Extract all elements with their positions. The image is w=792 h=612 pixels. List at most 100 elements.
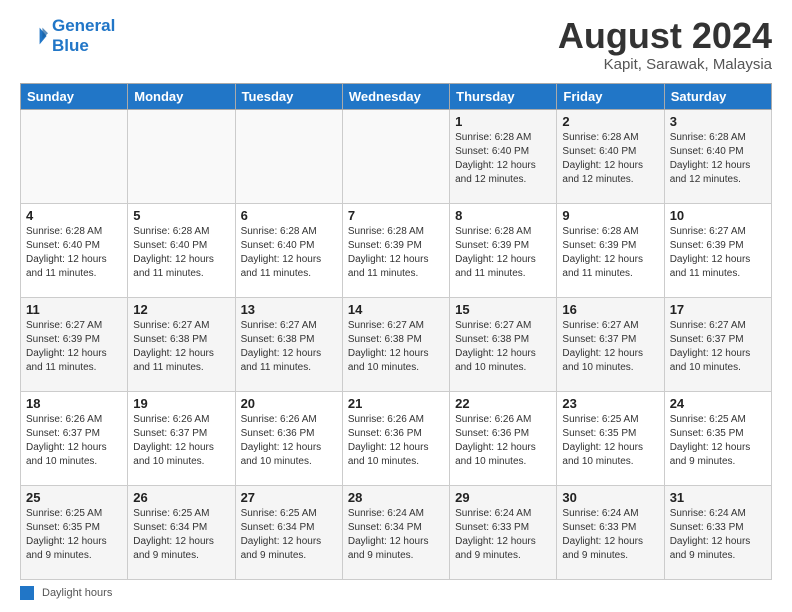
- table-row: [21, 109, 128, 203]
- table-row: 13 Sunrise: 6:27 AM Sunset: 6:38 PM Dayli…: [235, 297, 342, 391]
- table-row: 17 Sunrise: 6:27 AM Sunset: 6:37 PM Dayli…: [664, 297, 771, 391]
- day-number: 1: [455, 114, 551, 129]
- table-row: 19Sunrise: 6:26 AM Sunset: 6:37 PM Dayli…: [128, 391, 235, 485]
- day-info: Sunrise: 6:25 AM Sunset: 6:35 PM Dayligh…: [670, 413, 766, 469]
- table-row: 9 Sunrise: 6:28 AM Sunset: 6:39 PM Daylig…: [557, 203, 664, 297]
- footer: Daylight hours: [20, 586, 772, 600]
- col-tuesday: Tuesday: [235, 83, 342, 109]
- table-row: 7Sunrise: 6:28 AM Sunset: 6:39 PM Daylig…: [342, 203, 449, 297]
- day-number: 6: [241, 208, 337, 223]
- day-info: Sunrise: 6:27 AM Sunset: 6:39 PM Dayligh…: [670, 225, 766, 281]
- month-year: August 2024: [558, 16, 772, 56]
- day-number: 25: [26, 490, 122, 505]
- day-number: 8: [455, 208, 551, 223]
- col-wednesday: Wednesday: [342, 83, 449, 109]
- day-number: 22: [455, 396, 551, 411]
- day-number: 2: [562, 114, 658, 129]
- day-info: Sunrise: 6:26 AM Sunset: 6:36 PM Dayligh…: [241, 413, 337, 469]
- table-row: 12Sunrise: 6:27 AM Sunset: 6:38 PM Dayli…: [128, 297, 235, 391]
- day-info: Sunrise: 6:27 AM Sunset: 6:37 PM Dayligh…: [562, 319, 658, 375]
- title-block: August 2024 Kapit, Sarawak, Malaysia: [558, 16, 772, 73]
- table-row: 20 Sunrise: 6:26 AM Sunset: 6:36 PM Dayli…: [235, 391, 342, 485]
- day-info: Sunrise: 6:28 AM Sunset: 6:40 PM Dayligh…: [26, 225, 122, 281]
- table-row: 30Sunrise: 6:24 AM Sunset: 6:33 PM Dayli…: [557, 485, 664, 579]
- day-number: 16: [562, 302, 658, 317]
- table-row: 1 Sunrise: 6:28 AM Sunset: 6:40 PM Daylig…: [450, 109, 557, 203]
- logo-icon: [20, 22, 48, 50]
- day-number: 14: [348, 302, 444, 317]
- day-number: 12: [133, 302, 229, 317]
- calendar-week-row: 11 Sunrise: 6:27 AM Sunset: 6:39 PM Dayli…: [21, 297, 772, 391]
- day-number: 26: [133, 490, 229, 505]
- day-number: 24: [670, 396, 766, 411]
- day-info: Sunrise: 6:27 AM Sunset: 6:37 PM Dayligh…: [670, 319, 766, 375]
- table-row: 28 Sunrise: 6:24 AM Sunset: 6:34 PM Dayli…: [342, 485, 449, 579]
- day-info: Sunrise: 6:28 AM Sunset: 6:40 PM Dayligh…: [241, 225, 337, 281]
- logo: General Blue: [20, 16, 115, 57]
- day-number: 10: [670, 208, 766, 223]
- table-row: 18 Sunrise: 6:26 AM Sunset: 6:37 PM Dayli…: [21, 391, 128, 485]
- day-info: Sunrise: 6:25 AM Sunset: 6:34 PM Dayligh…: [241, 507, 337, 563]
- col-friday: Friday: [557, 83, 664, 109]
- day-number: 11: [26, 302, 122, 317]
- day-number: 30: [562, 490, 658, 505]
- table-row: 26Sunrise: 6:25 AM Sunset: 6:34 PM Dayli…: [128, 485, 235, 579]
- day-number: 17: [670, 302, 766, 317]
- table-row: 22 Sunrise: 6:26 AM Sunset: 6:36 PM Dayli…: [450, 391, 557, 485]
- day-info: Sunrise: 6:24 AM Sunset: 6:33 PM Dayligh…: [670, 507, 766, 563]
- table-row: 27 Sunrise: 6:25 AM Sunset: 6:34 PM Dayli…: [235, 485, 342, 579]
- day-info: Sunrise: 6:27 AM Sunset: 6:39 PM Dayligh…: [26, 319, 122, 375]
- day-info: Sunrise: 6:28 AM Sunset: 6:40 PM Dayligh…: [455, 131, 551, 187]
- day-number: 28: [348, 490, 444, 505]
- table-row: 2 Sunrise: 6:28 AM Sunset: 6:40 PM Daylig…: [557, 109, 664, 203]
- day-number: 18: [26, 396, 122, 411]
- col-thursday: Thursday: [450, 83, 557, 109]
- day-info: Sunrise: 6:28 AM Sunset: 6:39 PM Dayligh…: [562, 225, 658, 281]
- calendar-week-row: 18 Sunrise: 6:26 AM Sunset: 6:37 PM Dayli…: [21, 391, 772, 485]
- day-info: Sunrise: 6:27 AM Sunset: 6:38 PM Dayligh…: [241, 319, 337, 375]
- day-info: Sunrise: 6:28 AM Sunset: 6:40 PM Dayligh…: [562, 131, 658, 187]
- table-row: 11 Sunrise: 6:27 AM Sunset: 6:39 PM Dayli…: [21, 297, 128, 391]
- day-info: Sunrise: 6:26 AM Sunset: 6:37 PM Dayligh…: [133, 413, 229, 469]
- logo-text: General Blue: [52, 16, 115, 57]
- page: General Blue August 2024 Kapit, Sarawak,…: [0, 0, 792, 612]
- table-row: [342, 109, 449, 203]
- day-info: Sunrise: 6:24 AM Sunset: 6:33 PM Dayligh…: [455, 507, 551, 563]
- table-row: 10 Sunrise: 6:27 AM Sunset: 6:39 PM Dayli…: [664, 203, 771, 297]
- legend-box: [20, 586, 34, 600]
- col-saturday: Saturday: [664, 83, 771, 109]
- table-row: 23Sunrise: 6:25 AM Sunset: 6:35 PM Dayli…: [557, 391, 664, 485]
- calendar-week-row: 4 Sunrise: 6:28 AM Sunset: 6:40 PM Daylig…: [21, 203, 772, 297]
- table-row: [235, 109, 342, 203]
- day-number: 29: [455, 490, 551, 505]
- day-number: 27: [241, 490, 337, 505]
- day-info: Sunrise: 6:25 AM Sunset: 6:35 PM Dayligh…: [26, 507, 122, 563]
- day-number: 31: [670, 490, 766, 505]
- calendar-week-row: 1 Sunrise: 6:28 AM Sunset: 6:40 PM Daylig…: [21, 109, 772, 203]
- day-number: 5: [133, 208, 229, 223]
- table-row: 4 Sunrise: 6:28 AM Sunset: 6:40 PM Daylig…: [21, 203, 128, 297]
- day-info: Sunrise: 6:28 AM Sunset: 6:40 PM Dayligh…: [133, 225, 229, 281]
- col-sunday: Sunday: [21, 83, 128, 109]
- calendar-header-row: Sunday Monday Tuesday Wednesday Thursday…: [21, 83, 772, 109]
- table-row: 3Sunrise: 6:28 AM Sunset: 6:40 PM Daylig…: [664, 109, 771, 203]
- day-number: 3: [670, 114, 766, 129]
- day-info: Sunrise: 6:26 AM Sunset: 6:36 PM Dayligh…: [455, 413, 551, 469]
- day-number: 20: [241, 396, 337, 411]
- day-info: Sunrise: 6:24 AM Sunset: 6:34 PM Dayligh…: [348, 507, 444, 563]
- day-info: Sunrise: 6:26 AM Sunset: 6:37 PM Dayligh…: [26, 413, 122, 469]
- day-info: Sunrise: 6:27 AM Sunset: 6:38 PM Dayligh…: [455, 319, 551, 375]
- table-row: 16 Sunrise: 6:27 AM Sunset: 6:37 PM Dayli…: [557, 297, 664, 391]
- header: General Blue August 2024 Kapit, Sarawak,…: [20, 16, 772, 73]
- day-number: 4: [26, 208, 122, 223]
- table-row: 24 Sunrise: 6:25 AM Sunset: 6:35 PM Dayli…: [664, 391, 771, 485]
- table-row: 25 Sunrise: 6:25 AM Sunset: 6:35 PM Dayli…: [21, 485, 128, 579]
- calendar-week-row: 25 Sunrise: 6:25 AM Sunset: 6:35 PM Dayli…: [21, 485, 772, 579]
- table-row: 14Sunrise: 6:27 AM Sunset: 6:38 PM Dayli…: [342, 297, 449, 391]
- day-number: 9: [562, 208, 658, 223]
- table-row: 8Sunrise: 6:28 AM Sunset: 6:39 PM Daylig…: [450, 203, 557, 297]
- day-number: 21: [348, 396, 444, 411]
- day-number: 13: [241, 302, 337, 317]
- table-row: 15Sunrise: 6:27 AM Sunset: 6:38 PM Dayli…: [450, 297, 557, 391]
- calendar-table: Sunday Monday Tuesday Wednesday Thursday…: [20, 83, 772, 580]
